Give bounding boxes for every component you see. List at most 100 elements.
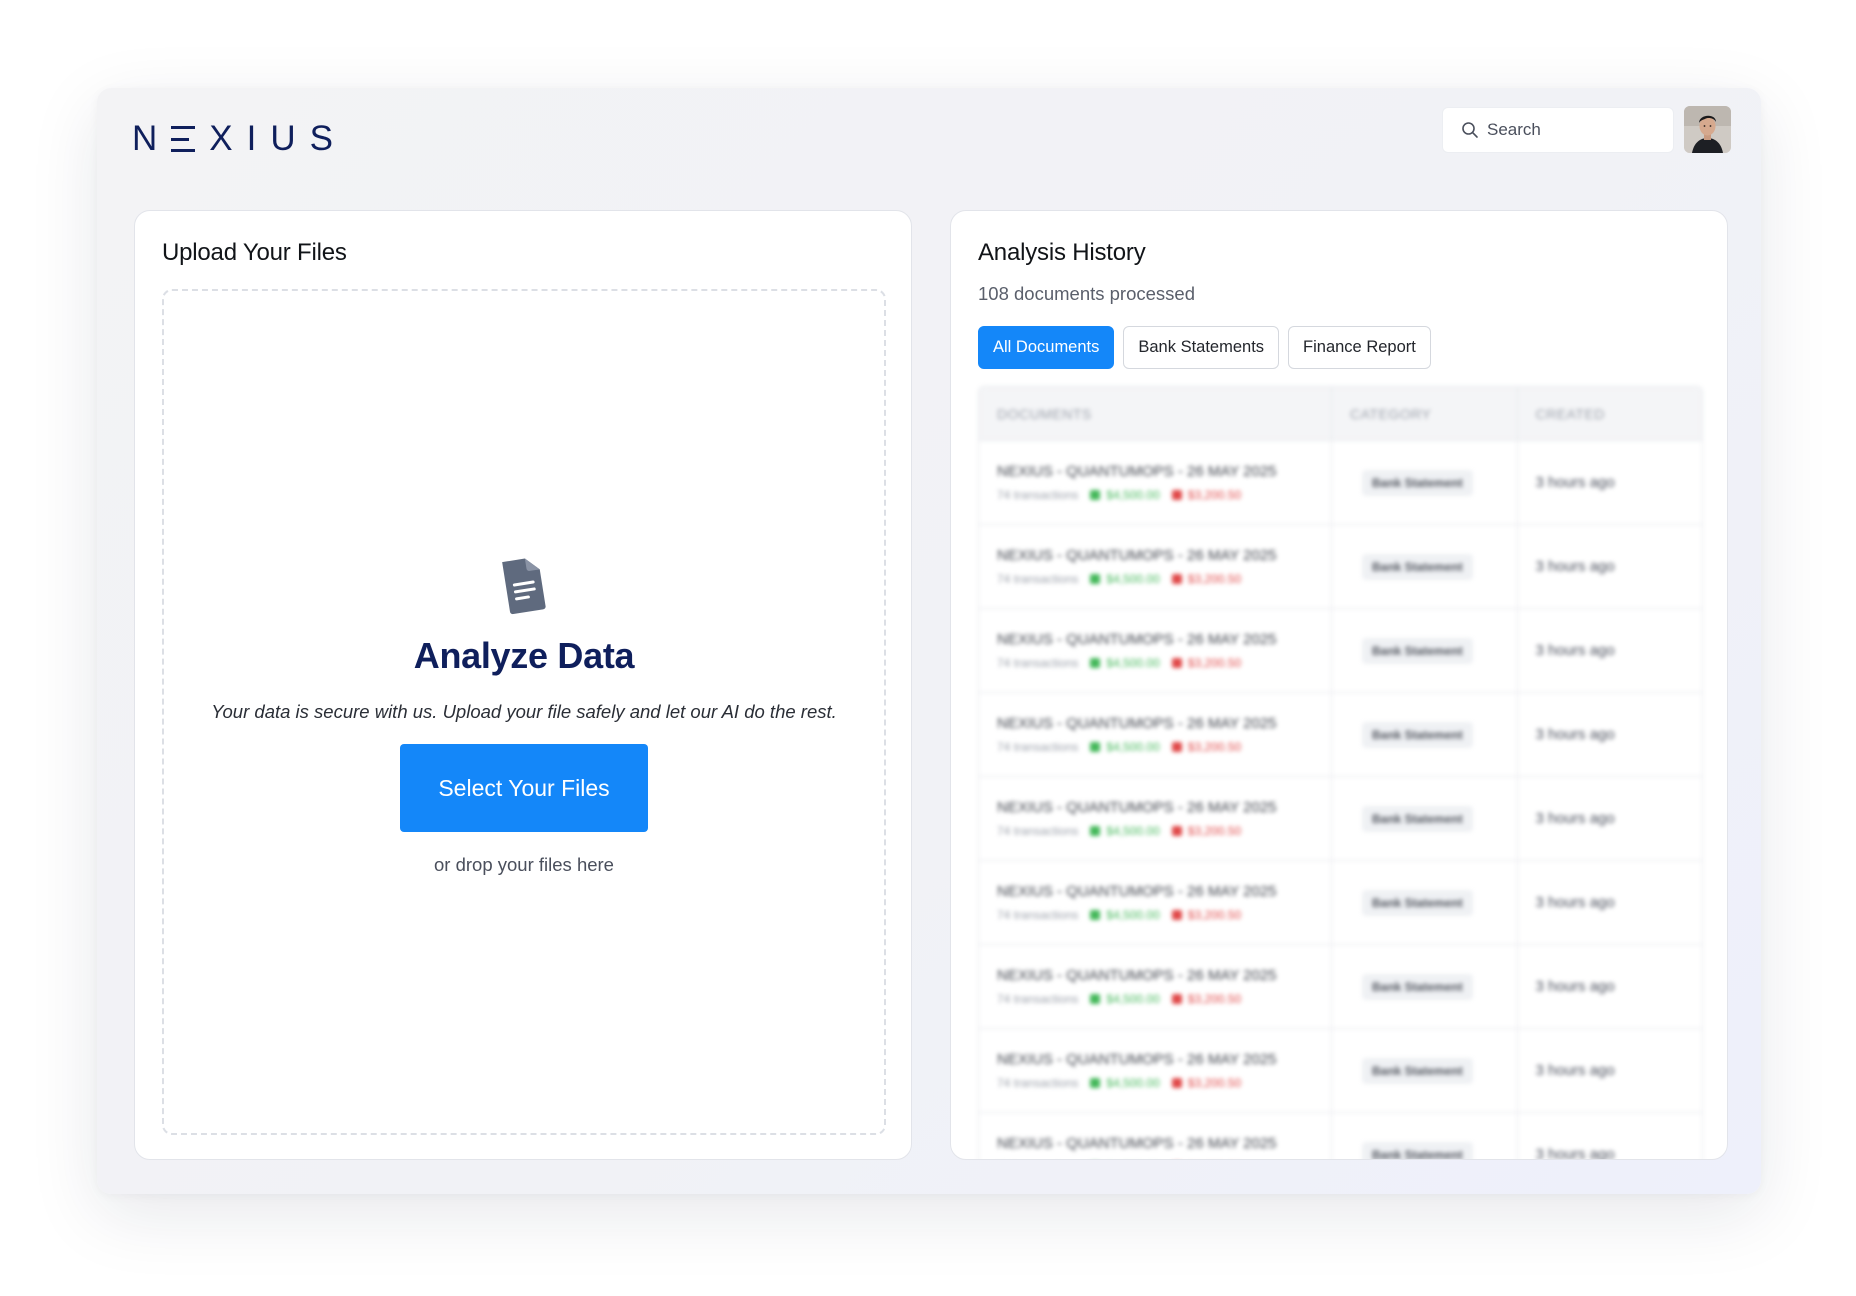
history-title: Analysis History — [978, 239, 1146, 266]
outflow-indicator — [1171, 910, 1182, 920]
outflow-indicator — [1171, 826, 1182, 836]
inflow-indicator — [1090, 490, 1101, 500]
table-row[interactable]: NEXIUS - QUANTUMOPS - 26 MAY 2025 74 tran… — [979, 693, 1702, 777]
created-time: 3 hours ago — [1535, 474, 1615, 491]
document-meta: 74 transactions $4,500.00 $3,200.50 — [997, 572, 1331, 586]
column-header-category[interactable]: CATEGORY — [1332, 387, 1518, 440]
category-badge: Bank Statement — [1362, 889, 1473, 916]
category-badge: Bank Statement — [1362, 553, 1473, 580]
table-row[interactable]: NEXIUS - QUANTUMOPS - 26 MAY 2025 74 tran… — [979, 945, 1702, 1029]
category-cell: Bank Statement — [1332, 693, 1518, 776]
document-name[interactable]: NEXIUS - QUANTUMOPS - 26 MAY 2025 — [997, 547, 1331, 564]
document-meta: 74 transactions $4,500.00 $3,200.50 — [997, 1076, 1331, 1090]
inflow-amount: $4,500.00 — [1106, 992, 1160, 1006]
table-row[interactable]: NEXIUS - QUANTUMOPS - 26 MAY 2025 74 tran… — [979, 861, 1702, 945]
outflow-indicator — [1171, 574, 1182, 584]
outflow-amount: $3,200.50 — [1187, 1076, 1242, 1090]
logo-e-mark — [171, 126, 196, 152]
column-header-created[interactable]: CREATED — [1518, 387, 1703, 440]
file-dropzone[interactable]: Analyze Data Your data is secure with us… — [162, 289, 886, 1135]
created-time: 3 hours ago — [1535, 726, 1615, 743]
category-badge: Bank Statement — [1362, 805, 1473, 832]
documents-processed-count: 108 documents processed — [978, 283, 1195, 304]
search-placeholder: Search — [1487, 120, 1541, 139]
tab-finance-report[interactable]: Finance Report — [1288, 326, 1431, 369]
column-header-documents[interactable]: DOCUMENTS — [979, 387, 1332, 440]
document-name[interactable]: NEXIUS - QUANTUMOPS - 26 MAY 2025 — [997, 631, 1331, 648]
app-window: N XIUS Search Upload Your Files Analyze … — [97, 88, 1761, 1194]
transaction-count: 74 transactions — [997, 656, 1079, 670]
nexius-logo[interactable]: N XIUS — [132, 114, 347, 164]
inflow-indicator — [1090, 826, 1101, 836]
outflow-indicator — [1171, 1078, 1182, 1088]
category-cell: Bank Statement — [1332, 609, 1518, 692]
table-header: DOCUMENTS CATEGORY CREATED — [979, 387, 1702, 441]
document-name[interactable]: NEXIUS - QUANTUMOPS - 26 MAY 2025 — [997, 1051, 1331, 1068]
document-meta: 74 transactions $4,500.00 $3,200.50 — [997, 740, 1331, 754]
table-row[interactable]: NEXIUS - QUANTUMOPS - 26 MAY 202574 tran… — [979, 1113, 1703, 1159]
category-badge: Bank Statement — [1362, 973, 1473, 1000]
inflow-amount: $4,500.00 — [1106, 740, 1160, 754]
created-time: 3 hours ago — [1535, 978, 1615, 995]
document-name[interactable]: NEXIUS - QUANTUMOPS - 26 MAY 2025 — [997, 967, 1331, 984]
created-time: 3 hours ago — [1535, 894, 1615, 911]
table-row[interactable]: NEXIUS - QUANTUMOPS - 26 MAY 202574 tran… — [979, 777, 1702, 861]
outflow-indicator — [1171, 742, 1182, 752]
select-files-button[interactable]: Select Your Files — [400, 744, 648, 832]
category-cell: Bank Statement — [1332, 525, 1518, 608]
document-meta: 74 transactions $4,500.00 $3,200.50 — [997, 488, 1331, 502]
document-name[interactable]: NEXIUS - QUANTUMOPS - 26 MAY 2025 — [997, 715, 1331, 732]
inflow-amount: $4,500.00 — [1106, 1076, 1160, 1090]
document-cell: NEXIUS - QUANTUMOPS - 26 MAY 202574 tran… — [979, 777, 1332, 860]
created-time: 3 hours ago — [1535, 810, 1615, 827]
analysis-history-panel: Analysis History 108 documents processed… — [950, 210, 1728, 1160]
transaction-count: 74 transactions — [997, 908, 1079, 922]
table-body: NEXIUS - QUANTUMOPS - 26 MAY 2025 74 tran… — [979, 441, 1703, 1159]
document-cell: NEXIUS - QUANTUMOPS - 26 MAY 2025 74 tran… — [979, 861, 1332, 944]
document-name[interactable]: NEXIUS - QUANTUMOPS - 26 MAY 2025 — [997, 1135, 1331, 1152]
upload-description: Your data is secure with us. Upload your… — [211, 701, 837, 722]
category-cell: Bank Statement — [1332, 777, 1518, 860]
inflow-amount: $4,500.00 — [1106, 824, 1160, 838]
outflow-indicator — [1171, 490, 1182, 500]
user-avatar[interactable] — [1684, 106, 1731, 153]
document-cell: NEXIUS - QUANTUMOPS - 26 MAY 2025 74 tran… — [979, 525, 1332, 608]
created-cell: 3 hours ago — [1518, 777, 1703, 860]
created-cell: 3 hours ago — [1518, 1113, 1703, 1159]
category-badge: Bank Statement — [1362, 469, 1473, 496]
document-meta: 74 transactions $4,500.00 $3,200.50 — [997, 824, 1331, 838]
category-tabs: All Documents Bank Statements Finance Re… — [978, 326, 1440, 369]
document-cell: NEXIUS - QUANTUMOPS - 26 MAY 202574 tran… — [979, 1113, 1332, 1159]
table-row[interactable]: NEXIUS - QUANTUMOPS - 26 MAY 2025 74 tran… — [979, 441, 1702, 525]
document-name[interactable]: NEXIUS - QUANTUMOPS - 26 MAY 2025 — [997, 799, 1331, 816]
tab-all-documents[interactable]: All Documents — [978, 326, 1115, 369]
analyze-data-heading: Analyze Data — [413, 635, 635, 676]
document-cell: NEXIUS - QUANTUMOPS - 26 MAY 202574 tran… — [979, 1029, 1332, 1112]
transaction-count: 74 transactions — [997, 992, 1079, 1006]
outflow-amount: $3,200.50 — [1187, 824, 1242, 838]
transaction-count: 74 transactions — [997, 572, 1079, 586]
drop-hint: or drop your files here — [434, 854, 614, 875]
table-row[interactable]: NEXIUS - QUANTUMOPS - 26 MAY 2025 74 tran… — [979, 525, 1702, 609]
document-meta: 74 transactions $4,500.00 $3,200.50 — [997, 656, 1331, 670]
search-icon — [1461, 121, 1479, 139]
document-name[interactable]: NEXIUS - QUANTUMOPS - 26 MAY 2025 — [997, 883, 1331, 900]
inflow-amount: $4,500.00 — [1106, 656, 1160, 670]
inflow-indicator — [1090, 910, 1101, 920]
category-badge: Bank Statement — [1362, 637, 1473, 664]
table-row[interactable]: NEXIUS - QUANTUMOPS - 26 MAY 202574 tran… — [979, 1029, 1702, 1113]
document-cell: NEXIUS - QUANTUMOPS - 26 MAY 2025 74 tran… — [979, 945, 1332, 1028]
table-row[interactable]: NEXIUS - QUANTUMOPS - 26 MAY 2025 74 tran… — [979, 609, 1702, 693]
document-name[interactable]: NEXIUS - QUANTUMOPS - 26 MAY 2025 — [997, 463, 1331, 480]
transaction-count: 74 transactions — [997, 740, 1079, 754]
logo-letter-n: N — [132, 119, 172, 158]
category-cell: Bank Statement — [1332, 861, 1518, 944]
created-cell: 3 hours ago — [1518, 441, 1703, 524]
document-cell: NEXIUS - QUANTUMOPS - 26 MAY 2025 74 tran… — [979, 693, 1332, 776]
inflow-indicator — [1090, 1078, 1101, 1088]
search-input[interactable]: Search — [1442, 107, 1674, 153]
category-cell: Bank Statement — [1332, 1029, 1518, 1112]
inflow-amount: $4,500.00 — [1106, 908, 1160, 922]
tab-bank-statements[interactable]: Bank Statements — [1123, 326, 1280, 369]
category-badge: Bank Statement — [1362, 1057, 1473, 1084]
